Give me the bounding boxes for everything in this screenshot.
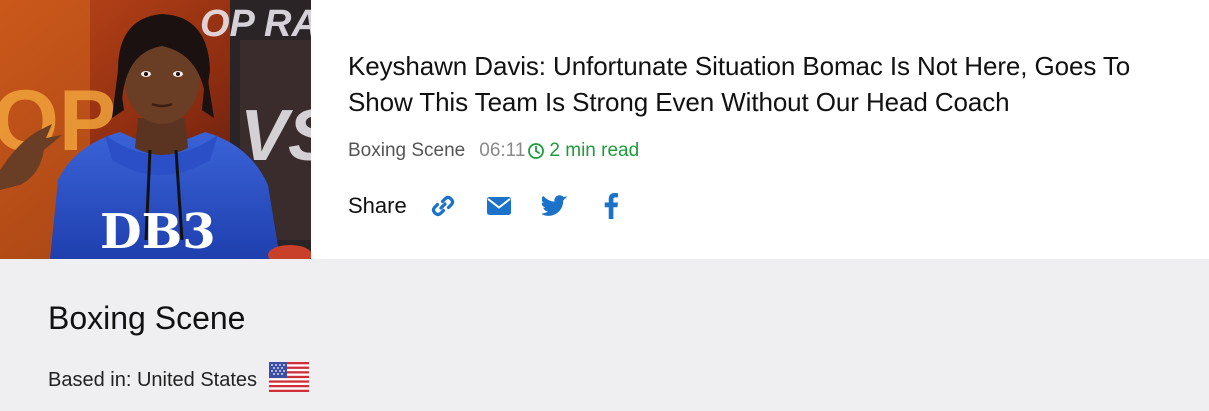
us-flag-icon — [269, 362, 310, 398]
share-label: Share — [348, 193, 407, 218]
article-meta: Boxing Scene 06:11 2 min read — [348, 136, 639, 166]
boxer-photo: OP RA OP VS DB3 — [0, 0, 311, 259]
article-source[interactable]: Boxing Scene — [348, 140, 465, 162]
link-icon[interactable] — [429, 192, 457, 220]
based-in-text: Based in: United States — [48, 368, 258, 391]
clock-icon — [527, 142, 545, 160]
read-time: 2 min read — [549, 140, 640, 161]
article-image[interactable]: OP RA OP VS DB3 — [0, 0, 311, 259]
twitter-icon[interactable] — [541, 192, 569, 220]
backdrop-text-top: OP RA — [200, 3, 311, 45]
article-header: Keyshawn Davis: Unfortunate Situation Bo… — [348, 48, 1200, 120]
email-icon[interactable] — [485, 192, 513, 220]
facebook-icon[interactable] — [597, 192, 625, 220]
article-headline[interactable]: Keyshawn Davis: Unfortunate Situation Bo… — [348, 48, 1200, 120]
publisher-location: Based in: United States — [48, 362, 310, 398]
shirt-text: DB3 — [100, 204, 216, 259]
publisher-name[interactable]: Boxing Scene — [48, 296, 245, 340]
article-time: 06:11 — [479, 140, 526, 161]
share-bar: Share — [348, 188, 653, 224]
